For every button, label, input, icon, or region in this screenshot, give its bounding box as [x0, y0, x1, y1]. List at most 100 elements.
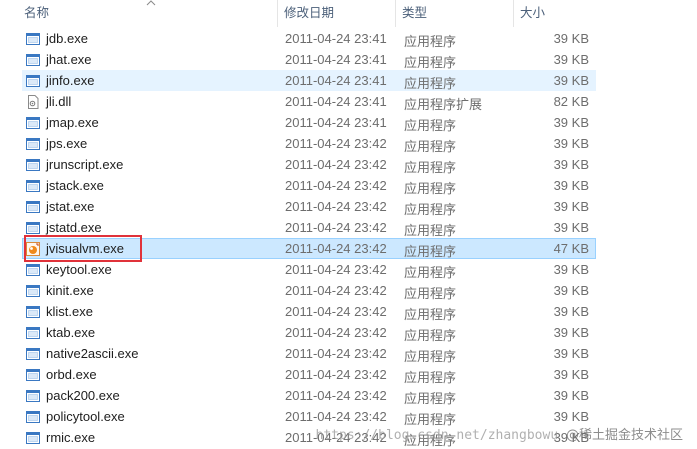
file-date: 2011-04-24 23:42 [285, 325, 387, 340]
file-type: 应用程序 [404, 139, 457, 154]
file-name: jli.dll [46, 94, 72, 109]
sort-ascending-icon [146, 0, 156, 6]
file-type: 应用程序 [404, 265, 457, 280]
exe-icon [26, 137, 40, 151]
file-row[interactable]: jps.exe 2011-04-24 23:42 应用程序 39 KB [22, 133, 596, 154]
file-date: 2011-04-24 23:42 [285, 409, 387, 424]
file-row[interactable]: kinit.exe 2011-04-24 23:42 应用程序 39 KB [22, 280, 596, 301]
exe-icon [26, 284, 40, 298]
exe-icon [26, 263, 40, 277]
file-size: 39 KB [553, 220, 589, 235]
file-row[interactable]: native2ascii.exe 2011-04-24 23:42 应用程序 39 K… [22, 343, 596, 364]
file-date: 2011-04-24 23:42 [285, 283, 387, 298]
file-type: 应用程序 [404, 118, 457, 133]
file-type: 应用程序 [404, 286, 457, 301]
file-name: jstatd.exe [46, 220, 102, 235]
file-date: 2011-04-24 23:42 [285, 388, 387, 403]
exe-icon [26, 179, 40, 193]
file-name: jstack.exe [46, 178, 104, 193]
exe-icon [26, 53, 40, 67]
file-date: 2011-04-24 23:42 [285, 367, 387, 382]
file-size: 47 KB [553, 241, 589, 256]
exe-icon [26, 158, 40, 172]
annotation-highlight-box [24, 235, 142, 262]
file-date: 2011-04-24 23:41 [285, 52, 387, 67]
file-row[interactable]: jhat.exe 2011-04-24 23:41 应用程序 39 KB [22, 49, 596, 70]
file-size: 39 KB [553, 304, 589, 319]
file-row[interactable]: keytool.exe 2011-04-24 23:42 应用程序 39 KB [22, 259, 596, 280]
file-name: pack200.exe [46, 388, 120, 403]
file-size: 39 KB [553, 136, 589, 151]
exe-icon [26, 74, 40, 88]
column-header-type[interactable]: 类型 [396, 0, 514, 27]
file-type: 应用程序 [404, 370, 457, 385]
file-type: 应用程序 [404, 34, 457, 49]
file-size: 39 KB [553, 52, 589, 67]
file-name: native2ascii.exe [46, 346, 139, 361]
file-type: 应用程序 [404, 223, 457, 238]
file-name: jinfo.exe [46, 73, 95, 88]
file-row[interactable]: jinfo.exe 2011-04-24 23:41 应用程序 39 KB [22, 70, 596, 91]
file-row[interactable]: jrunscript.exe 2011-04-24 23:42 应用程序 39 KB [22, 154, 596, 175]
file-date: 2011-04-24 23:42 [285, 157, 387, 172]
file-date: 2011-04-24 23:42 [285, 136, 387, 151]
file-size: 39 KB [553, 199, 589, 214]
file-name: jrunscript.exe [46, 157, 124, 172]
file-row[interactable]: jmap.exe 2011-04-24 23:41 应用程序 39 KB [22, 112, 596, 133]
file-type: 应用程序 [404, 244, 457, 259]
file-row[interactable]: ktab.exe 2011-04-24 23:42 应用程序 39 KB [22, 322, 596, 343]
exe-icon [26, 221, 40, 235]
watermark: https://blog.csdn.net/zhangbowu @稀土掘金技术社… [316, 424, 683, 443]
exe-icon [26, 32, 40, 46]
exe-icon [26, 410, 40, 424]
file-size: 39 KB [553, 283, 589, 298]
file-type: 应用程序 [404, 181, 457, 196]
file-type: 应用程序 [404, 307, 457, 322]
file-type: 应用程序 [404, 76, 457, 91]
file-size: 82 KB [553, 94, 589, 109]
file-row[interactable]: orbd.exe 2011-04-24 23:42 应用程序 39 KB [22, 364, 596, 385]
file-name: kinit.exe [46, 283, 94, 298]
file-name: policytool.exe [46, 409, 125, 424]
watermark-brand: @稀土掘金技术社区 [565, 428, 683, 443]
file-size: 39 KB [553, 367, 589, 382]
file-row[interactable]: jli.dll 2011-04-24 23:41 应用程序扩展 82 KB [22, 91, 596, 112]
file-name: ktab.exe [46, 325, 96, 340]
exe-icon [26, 116, 40, 130]
exe-icon [26, 368, 40, 382]
exe-icon [26, 305, 40, 319]
file-row[interactable]: pack200.exe 2011-04-24 23:42 应用程序 39 KB [22, 385, 596, 406]
file-date: 2011-04-24 23:41 [285, 94, 387, 109]
file-date: 2011-04-24 23:41 [285, 73, 387, 88]
file-type: 应用程序 [404, 328, 457, 343]
exe-icon [26, 200, 40, 214]
file-date: 2011-04-24 23:42 [285, 178, 387, 193]
column-header-date[interactable]: 修改日期 [278, 0, 396, 27]
column-header-size[interactable]: 大小 [514, 0, 600, 27]
file-size: 39 KB [553, 388, 589, 403]
file-type: 应用程序 [404, 391, 457, 406]
file-name: jstat.exe [46, 199, 95, 214]
file-date: 2011-04-24 23:42 [285, 241, 387, 256]
file-name: orbd.exe [46, 367, 97, 382]
file-size: 39 KB [553, 409, 589, 424]
file-name: klist.exe [46, 304, 93, 319]
dll-icon [26, 95, 40, 109]
file-name: rmic.exe [46, 430, 96, 445]
file-size: 39 KB [553, 346, 589, 361]
file-row[interactable]: jdb.exe 2011-04-24 23:41 应用程序 39 KB [22, 28, 596, 49]
column-header-bar: 名称 修改日期 类型 大小 [0, 0, 697, 27]
file-size: 39 KB [553, 325, 589, 340]
file-row[interactable]: jstack.exe 2011-04-24 23:42 应用程序 39 KB [22, 175, 596, 196]
file-size: 39 KB [553, 73, 589, 88]
file-size: 39 KB [553, 115, 589, 130]
file-type: 应用程序 [404, 160, 457, 175]
exe-icon [26, 347, 40, 361]
watermark-url: https://blog.csdn.net/zhangbowu [315, 428, 559, 443]
file-row[interactable]: klist.exe 2011-04-24 23:42 应用程序 39 KB [22, 301, 596, 322]
file-row[interactable]: jstat.exe 2011-04-24 23:42 应用程序 39 KB [22, 196, 596, 217]
file-size: 39 KB [553, 31, 589, 46]
file-size: 39 KB [553, 262, 589, 277]
exe-icon [26, 326, 40, 340]
file-type: 应用程序 [404, 349, 457, 364]
